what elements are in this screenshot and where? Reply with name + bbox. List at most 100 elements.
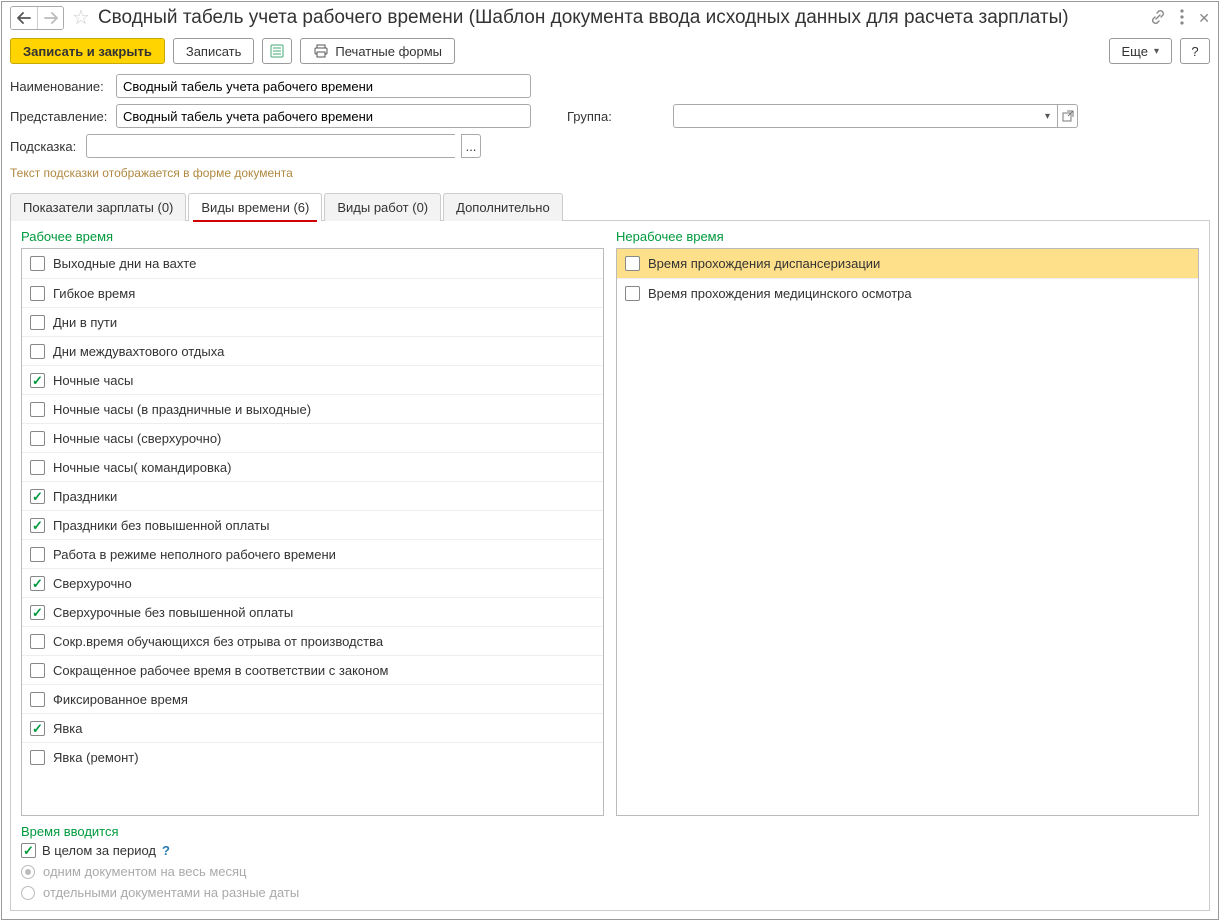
list-item[interactable]: Сокр.время обучающихся без отрыва от про…	[22, 626, 603, 655]
list-item-label: Явка (ремонт)	[53, 750, 139, 765]
checkbox[interactable]	[30, 373, 45, 388]
list-item-label: Фиксированное время	[53, 692, 188, 707]
list-item[interactable]: Работа в режиме неполного рабочего време…	[22, 539, 603, 568]
list-item[interactable]: Явка (ремонт)	[22, 742, 603, 771]
checkbox[interactable]	[30, 547, 45, 562]
hint-input[interactable]	[86, 134, 455, 158]
whole-period-checkbox[interactable]	[21, 843, 36, 858]
checkbox[interactable]	[625, 256, 640, 271]
checkbox[interactable]	[30, 663, 45, 678]
favorite-star-icon[interactable]: ☆	[72, 8, 90, 28]
list-item[interactable]: Время прохождения диспансеризации	[617, 249, 1198, 278]
nav-buttons	[10, 6, 64, 30]
list-item[interactable]: Ночные часы (сверхурочно)	[22, 423, 603, 452]
tab[interactable]: Дополнительно	[443, 193, 563, 221]
group-input[interactable]	[673, 104, 1038, 128]
name-input[interactable]	[116, 74, 531, 98]
list-item-label: Ночные часы	[53, 373, 133, 388]
window: ☆ Сводный табель учета рабочего времени …	[1, 1, 1219, 920]
list-item[interactable]: Фиксированное время	[22, 684, 603, 713]
hint-ellipsis-button[interactable]: ...	[461, 134, 481, 158]
checkbox[interactable]	[30, 576, 45, 591]
checkbox[interactable]	[30, 431, 45, 446]
link-icon[interactable]	[1150, 9, 1166, 28]
back-button[interactable]	[11, 7, 37, 29]
nonwork-time-column: Нерабочее время Время прохождения диспан…	[616, 229, 1199, 816]
save-button[interactable]: Записать	[173, 38, 255, 64]
checkbox[interactable]	[30, 634, 45, 649]
list-item[interactable]: Ночные часы	[22, 365, 603, 394]
help-button[interactable]: ?	[1180, 38, 1210, 64]
work-time-title: Рабочее время	[21, 229, 604, 244]
open-external-icon	[1062, 110, 1074, 122]
list-item[interactable]: Сверхурочные без повышенной оплаты	[22, 597, 603, 626]
more-button[interactable]: Еще	[1109, 38, 1172, 64]
checkbox[interactable]	[625, 286, 640, 301]
radio-separate-documents	[21, 886, 35, 900]
checkbox[interactable]	[30, 315, 45, 330]
list-icon	[270, 44, 284, 58]
checkbox[interactable]	[30, 256, 45, 271]
form-area: Наименование: Представление: Группа: ▾ П…	[2, 72, 1218, 190]
nonwork-time-list[interactable]: Время прохождения диспансеризации Время п…	[616, 248, 1199, 816]
checkbox[interactable]	[30, 692, 45, 707]
list-item-label: Сокр.время обучающихся без отрыва от про…	[53, 634, 383, 649]
printer-icon	[313, 44, 329, 58]
list-item-label: Работа в режиме неполного рабочего време…	[53, 547, 336, 562]
forward-button[interactable]	[37, 7, 63, 29]
tab-content: Рабочее время Выходные дни на вахте Гибко…	[10, 221, 1210, 911]
list-item[interactable]: Время прохождения медицинского осмотра	[617, 278, 1198, 307]
hint-description: Текст подсказки отображается в форме док…	[10, 164, 1210, 184]
checkbox[interactable]	[30, 605, 45, 620]
titlebar: ☆ Сводный табель учета рабочего времени …	[2, 2, 1218, 36]
checkbox[interactable]	[30, 721, 45, 736]
list-item[interactable]: Выходные дни на вахте	[22, 249, 603, 278]
tabs: Показатели зарплаты (0)Виды времени (6)В…	[10, 192, 1210, 221]
checkbox[interactable]	[30, 402, 45, 417]
page-title: Сводный табель учета рабочего времени (Ш…	[98, 7, 1144, 29]
list-item-label: Явка	[53, 721, 83, 736]
representation-input[interactable]	[116, 104, 531, 128]
group-dropdown-button[interactable]: ▾	[1038, 104, 1058, 128]
tab[interactable]: Виды времени (6)	[188, 193, 322, 221]
list-item[interactable]: Ночные часы (в праздничные и выходные)	[22, 394, 603, 423]
list-item[interactable]: Сверхурочно	[22, 568, 603, 597]
list-item-label: Время прохождения диспансеризации	[648, 256, 880, 271]
work-time-list[interactable]: Выходные дни на вахте Гибкое времяДни в п…	[21, 248, 604, 816]
list-item[interactable]: Праздники	[22, 481, 603, 510]
list-item-label: Время прохождения медицинского осмотра	[648, 286, 912, 301]
tab[interactable]: Виды работ (0)	[324, 193, 441, 221]
checkbox[interactable]	[30, 286, 45, 301]
list-item[interactable]: Праздники без повышенной оплаты	[22, 510, 603, 539]
list-item-label: Выходные дни на вахте	[53, 256, 196, 271]
list-item[interactable]: Дни междувахтового отдыха	[22, 336, 603, 365]
time-input-title: Время вводится	[21, 824, 1199, 839]
list-item[interactable]: Сокращенное рабочее время в соответствии…	[22, 655, 603, 684]
radio-one-document-label: одним документом на весь месяц	[43, 864, 247, 879]
save-and-close-button[interactable]: Записать и закрыть	[10, 38, 165, 64]
checkbox[interactable]	[30, 344, 45, 359]
list-item[interactable]: Явка	[22, 713, 603, 742]
checkbox[interactable]	[30, 460, 45, 475]
checkbox[interactable]	[30, 489, 45, 504]
list-item-label: Ночные часы (в праздничные и выходные)	[53, 402, 311, 417]
list-item[interactable]: Гибкое время	[22, 278, 603, 307]
checkbox[interactable]	[30, 750, 45, 765]
list-view-button[interactable]	[262, 38, 292, 64]
work-time-column: Рабочее время Выходные дни на вахте Гибко…	[21, 229, 604, 816]
name-label: Наименование:	[10, 79, 110, 94]
group-open-button[interactable]	[1058, 104, 1078, 128]
kebab-menu-icon[interactable]	[1180, 9, 1184, 28]
list-item-label: Сокращенное рабочее время в соответствии…	[53, 663, 389, 678]
group-label: Группа:	[567, 109, 667, 124]
list-item-label: Сверхурочно	[53, 576, 132, 591]
help-icon[interactable]: ?	[162, 843, 170, 858]
list-item[interactable]: Ночные часы( командировка)	[22, 452, 603, 481]
checkbox[interactable]	[30, 518, 45, 533]
tab[interactable]: Показатели зарплаты (0)	[10, 193, 186, 221]
list-item[interactable]: Дни в пути	[22, 307, 603, 336]
print-forms-button[interactable]: Печатные формы	[300, 38, 455, 64]
close-button[interactable]: ✕	[1198, 10, 1210, 27]
representation-label: Представление:	[10, 109, 110, 124]
radio-separate-documents-label: отдельными документами на разные даты	[43, 885, 299, 900]
